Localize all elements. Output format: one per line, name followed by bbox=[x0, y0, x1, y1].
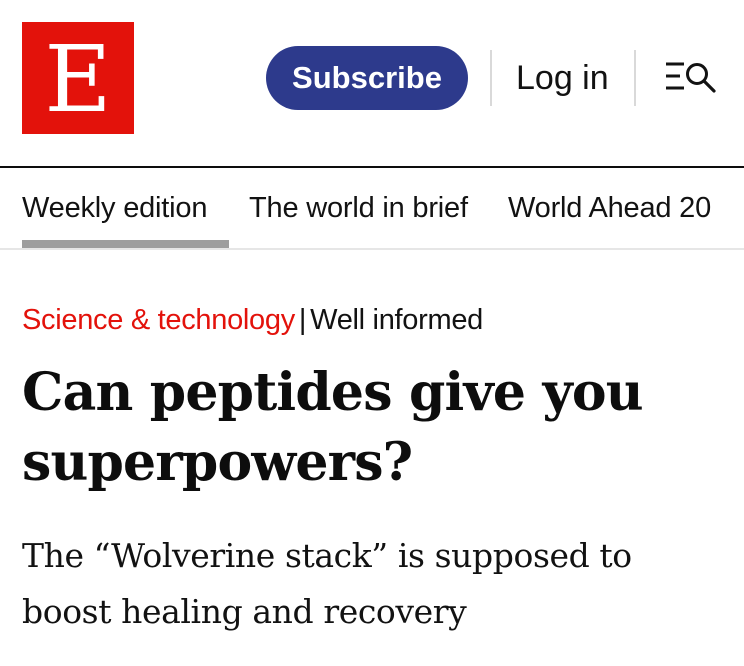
header-divider bbox=[634, 50, 636, 106]
active-tab-indicator bbox=[22, 240, 229, 248]
article-rubric: Science & technology | Well informed bbox=[22, 304, 483, 337]
economist-logo[interactable]: E bbox=[22, 22, 134, 134]
subscribe-button[interactable]: Subscribe bbox=[266, 46, 468, 110]
login-link[interactable]: Log in bbox=[516, 56, 609, 100]
nav-tab-weekly-edition[interactable]: Weekly edition bbox=[22, 192, 207, 225]
article-standfirst: The “Wolverine stack” is supposed to boo… bbox=[22, 536, 632, 631]
nav-tab-world-in-brief[interactable]: The world in brief bbox=[249, 192, 468, 225]
section-link[interactable]: Science & technology bbox=[22, 304, 295, 336]
fly-title: Well informed bbox=[310, 304, 483, 336]
section-nav: Weekly edition The world in brief World … bbox=[0, 168, 744, 250]
site-header: E Subscribe Log in bbox=[0, 0, 744, 168]
menu-search-icon[interactable] bbox=[664, 60, 718, 94]
logo-letter: E bbox=[44, 26, 112, 133]
nav-tab-world-ahead[interactable]: World Ahead 20 bbox=[508, 192, 711, 225]
header-divider bbox=[490, 50, 492, 106]
article-headline: Can peptides give you superpowers? bbox=[22, 362, 644, 493]
rubric-separator: | bbox=[298, 304, 307, 336]
